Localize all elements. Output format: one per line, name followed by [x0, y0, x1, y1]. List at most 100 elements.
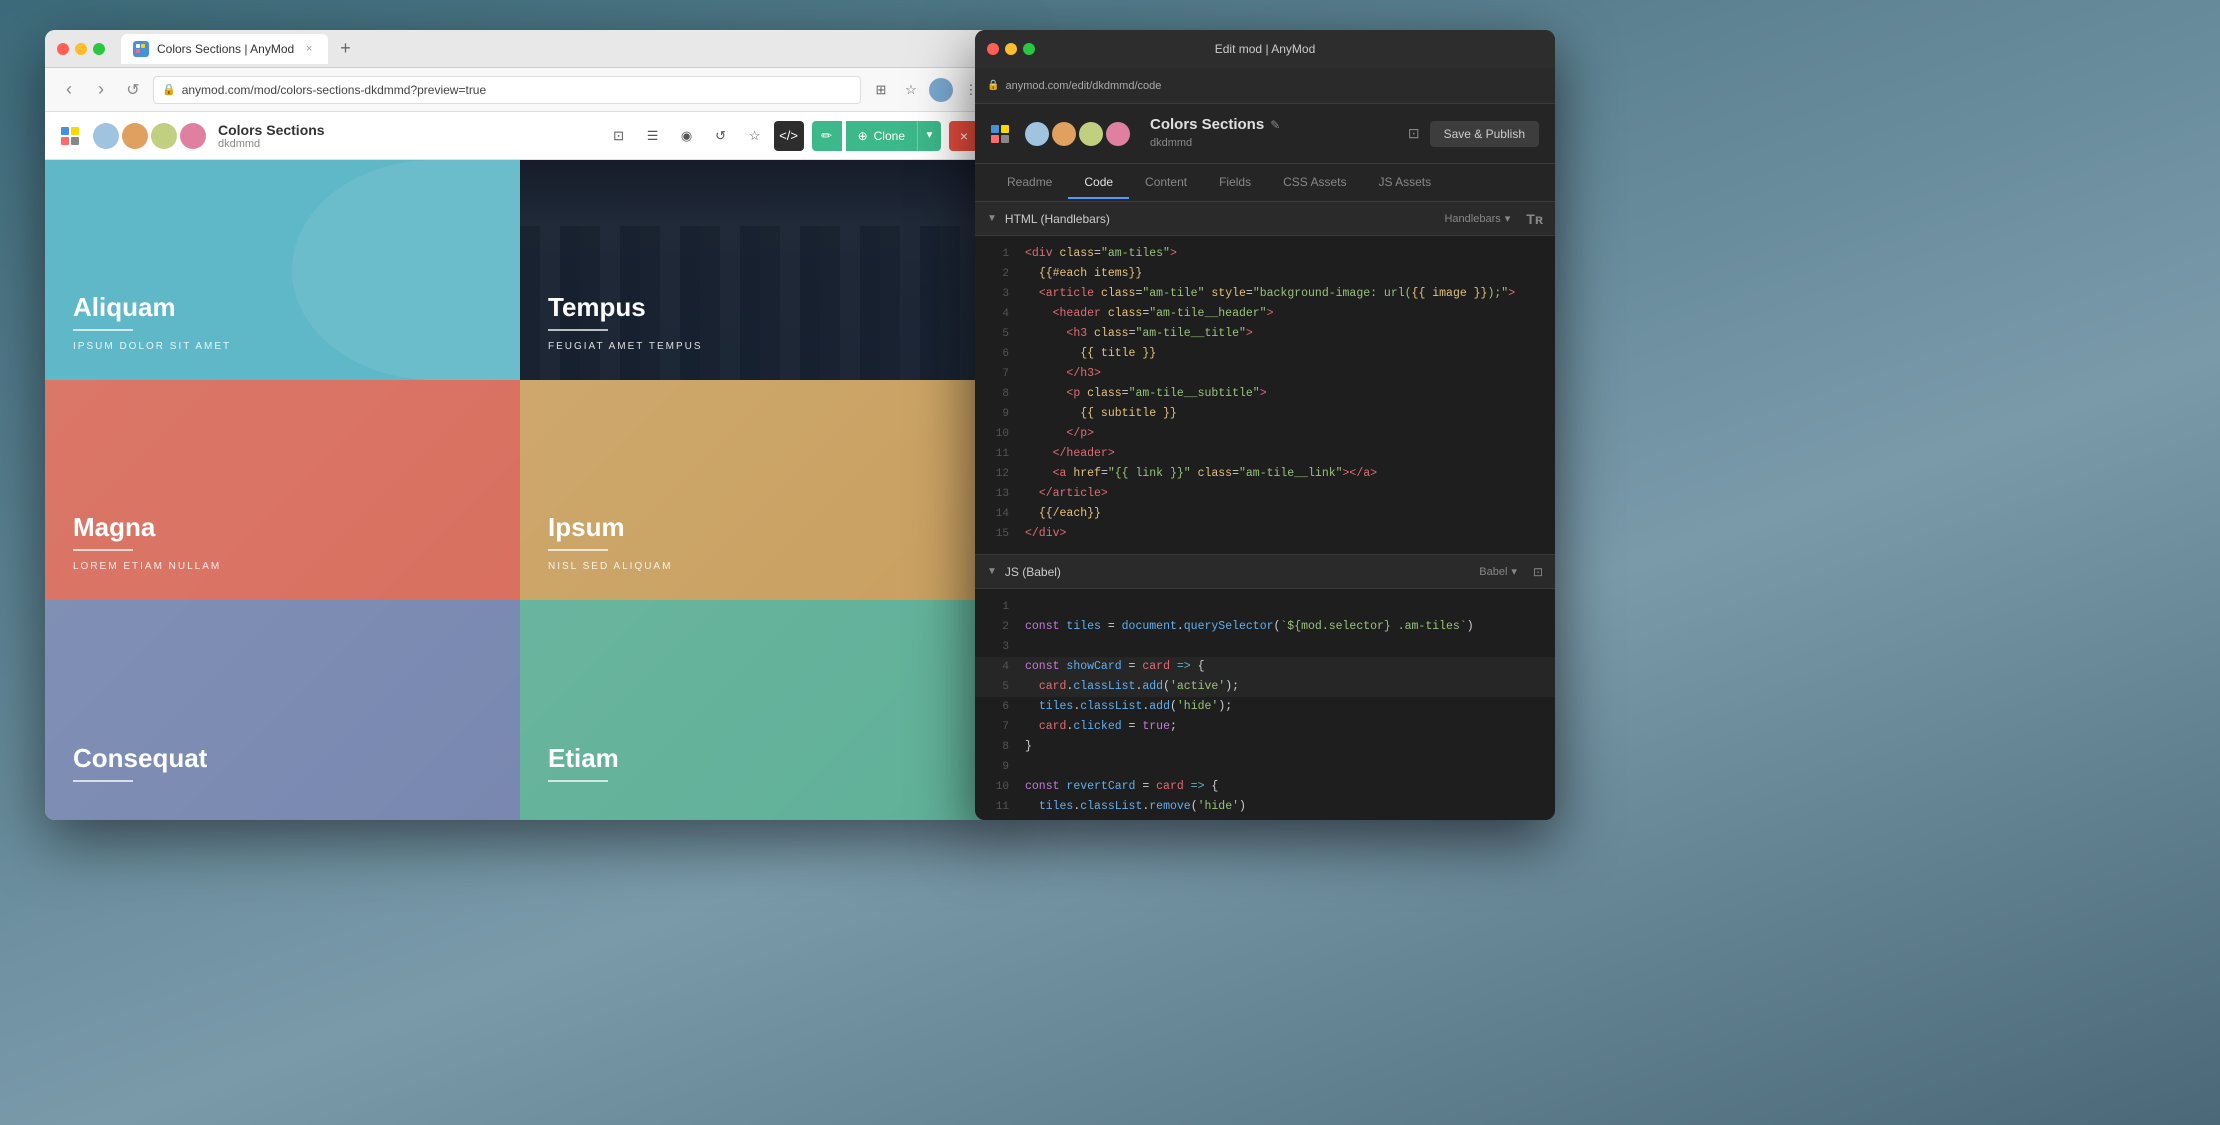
- browser-window: Colors Sections | AnyMod × + ‹ › ↺ 🔒 any…: [45, 30, 995, 820]
- editor-addressbar: 🔒 anymod.com/edit/dkdmmd/code: [975, 68, 1555, 104]
- tile-title: Ipsum: [548, 512, 967, 543]
- anymod-logo-area: [61, 123, 206, 149]
- tile-consequat[interactable]: Consequat: [45, 600, 520, 820]
- html-language-dropdown[interactable]: Handlebars ▾: [1444, 212, 1510, 225]
- js-line-6: 6 tiles.classList.add('hide');: [975, 697, 1555, 717]
- tile-magna[interactable]: Magna LOREM ETIAM NULLAM: [45, 380, 520, 600]
- tab-readme[interactable]: Readme: [991, 167, 1068, 199]
- url-text: anymod.com/mod/colors-sections-dkdmmd?pr…: [182, 83, 486, 97]
- tile-content: Etiam: [548, 743, 967, 792]
- js-line-4: 4 const showCard = card => {: [975, 657, 1555, 677]
- anymod-tool-icons: ⊡ ☰ ◉ ↺ ☆ </> ✏ ⊕ Clone ▼ ×: [604, 121, 979, 151]
- user-avatar-2: [122, 123, 148, 149]
- js-section-toggle[interactable]: ▼: [987, 566, 997, 577]
- new-tab-button[interactable]: +: [340, 38, 351, 59]
- editor-body: ▼ HTML (Handlebars) Handlebars ▾ Tʀ 1 <d…: [975, 202, 1555, 820]
- tile-content: Ipsum NISL SED ALIQUAM: [548, 512, 967, 572]
- browser-titlebar: Colors Sections | AnyMod × +: [45, 30, 995, 68]
- tile-underline: [548, 549, 608, 551]
- editor-logo-dot-2: [1001, 125, 1009, 133]
- tile-content: Consequat: [73, 743, 492, 792]
- js-language-dropdown[interactable]: Babel ▾: [1479, 565, 1517, 578]
- external-link-icon[interactable]: ⊡: [1408, 125, 1420, 142]
- refresh-button[interactable]: ↺: [121, 78, 145, 102]
- pencil-icon[interactable]: ✎: [1270, 118, 1280, 132]
- editor-avatar-2: [1052, 122, 1076, 146]
- edit-icon[interactable]: ✏: [812, 121, 842, 151]
- maximize-traffic-light[interactable]: [93, 43, 105, 55]
- code-line-14: 14 {{/each}}: [975, 504, 1555, 524]
- clone-dropdown-button[interactable]: ▼: [917, 121, 941, 151]
- editor-maximize-light[interactable]: [1023, 43, 1035, 55]
- logo-dot-1: [61, 127, 69, 135]
- code-line-15: 15 </div>: [975, 524, 1555, 544]
- tab-css-assets[interactable]: CSS Assets: [1267, 167, 1362, 199]
- html-code-section: ▼ HTML (Handlebars) Handlebars ▾ Tʀ 1 <d…: [975, 202, 1555, 554]
- clone-label: Clone: [874, 129, 905, 143]
- html-section-format-icon[interactable]: Tʀ: [1526, 211, 1543, 227]
- browser-tab[interactable]: Colors Sections | AnyMod ×: [121, 34, 328, 64]
- code-icon[interactable]: </>: [774, 121, 804, 151]
- save-publish-button[interactable]: Save & Publish: [1430, 121, 1539, 147]
- minimize-traffic-light[interactable]: [75, 43, 87, 55]
- tab-code[interactable]: Code: [1068, 167, 1129, 199]
- chevron-down-icon: ▾: [1511, 565, 1517, 578]
- tile-title: Magna: [73, 512, 492, 543]
- tile-underline: [73, 329, 133, 331]
- html-section-label: HTML (Handlebars): [1005, 212, 1110, 226]
- tile-content: Aliquam IPSUM DOLOR SIT AMET: [73, 292, 492, 352]
- layout-icon[interactable]: ⊡: [604, 121, 634, 151]
- color-icon[interactable]: ◉: [672, 121, 702, 151]
- bookmark-icon[interactable]: ☆: [899, 78, 923, 102]
- js-line-1: 1: [975, 597, 1555, 617]
- lines-icon[interactable]: ☰: [638, 121, 668, 151]
- editor-logo-dot-1: [991, 125, 999, 133]
- tile-content: Magna LOREM ETIAM NULLAM: [73, 512, 492, 572]
- code-line-3: 3 <article class="am-tile" style="backgr…: [975, 284, 1555, 304]
- tab-content[interactable]: Content: [1129, 167, 1203, 199]
- tile-ipsum[interactable]: Ipsum NISL SED ALIQUAM: [520, 380, 995, 600]
- tile-underline: [73, 780, 133, 782]
- mod-title: Colors Sections: [218, 122, 325, 138]
- address-bar[interactable]: 🔒 anymod.com/mod/colors-sections-dkdmmd?…: [153, 76, 861, 104]
- html-section-toggle[interactable]: ▼: [987, 213, 997, 224]
- editor-close-light[interactable]: [987, 43, 999, 55]
- tile-tempus[interactable]: Tempus FEUGIAT AMET TEMPUS: [520, 160, 995, 380]
- lock-icon: 🔒: [162, 83, 176, 96]
- code-line-13: 13 </article>: [975, 484, 1555, 504]
- js-section-copy-icon[interactable]: ⊡: [1533, 565, 1543, 579]
- refresh-mod-icon[interactable]: ↺: [706, 121, 736, 151]
- close-traffic-light[interactable]: [57, 43, 69, 55]
- clone-button[interactable]: ⊕ Clone: [846, 121, 917, 151]
- tile-subtitle: NISL SED ALIQUAM: [548, 561, 967, 572]
- browser-addressbar: ‹ › ↺ 🔒 anymod.com/mod/colors-sections-d…: [45, 68, 995, 112]
- editor-minimize-light[interactable]: [1005, 43, 1017, 55]
- js-line-10: 10 const revertCard = card => {: [975, 777, 1555, 797]
- tab-js-assets[interactable]: JS Assets: [1362, 167, 1447, 199]
- js-line-7: 7 card.clicked = true;: [975, 717, 1555, 737]
- editor-logo-grid: [991, 125, 1009, 143]
- tab-fields[interactable]: Fields: [1203, 167, 1267, 199]
- clone-button-group: ⊕ Clone ▼: [846, 121, 941, 151]
- user-avatar-4: [180, 123, 206, 149]
- editor-logo-dot-3: [991, 135, 999, 143]
- traffic-lights: [57, 43, 105, 55]
- tile-underline: [73, 549, 133, 551]
- js-language-label: Babel: [1479, 566, 1507, 578]
- profile-avatar[interactable]: [929, 78, 953, 102]
- code-line-4: 4 <header class="am-tile__header">: [975, 304, 1555, 324]
- editor-logo-dot-4: [1001, 135, 1009, 143]
- back-button[interactable]: ‹: [57, 78, 81, 102]
- tile-aliquam[interactable]: Aliquam IPSUM DOLOR SIT AMET: [45, 160, 520, 380]
- star-icon[interactable]: ☆: [740, 121, 770, 151]
- tile-etiam[interactable]: Etiam: [520, 600, 995, 820]
- tab-close-button[interactable]: ×: [302, 42, 316, 56]
- forward-button[interactable]: ›: [89, 78, 113, 102]
- code-line-11: 11 </header>: [975, 444, 1555, 464]
- editor-mod-info: Colors Sections ✎ dkdmmd: [1150, 116, 1280, 151]
- tile-title: Aliquam: [73, 292, 492, 323]
- html-code-area[interactable]: 1 <div class="am-tiles"> 2 {{#each items…: [975, 236, 1555, 554]
- screen-share-icon[interactable]: ⊞: [869, 78, 893, 102]
- editor-header-right: ⊡ Save & Publish: [1408, 121, 1539, 147]
- js-code-area[interactable]: 1 2 const tiles = document.querySelector…: [975, 589, 1555, 820]
